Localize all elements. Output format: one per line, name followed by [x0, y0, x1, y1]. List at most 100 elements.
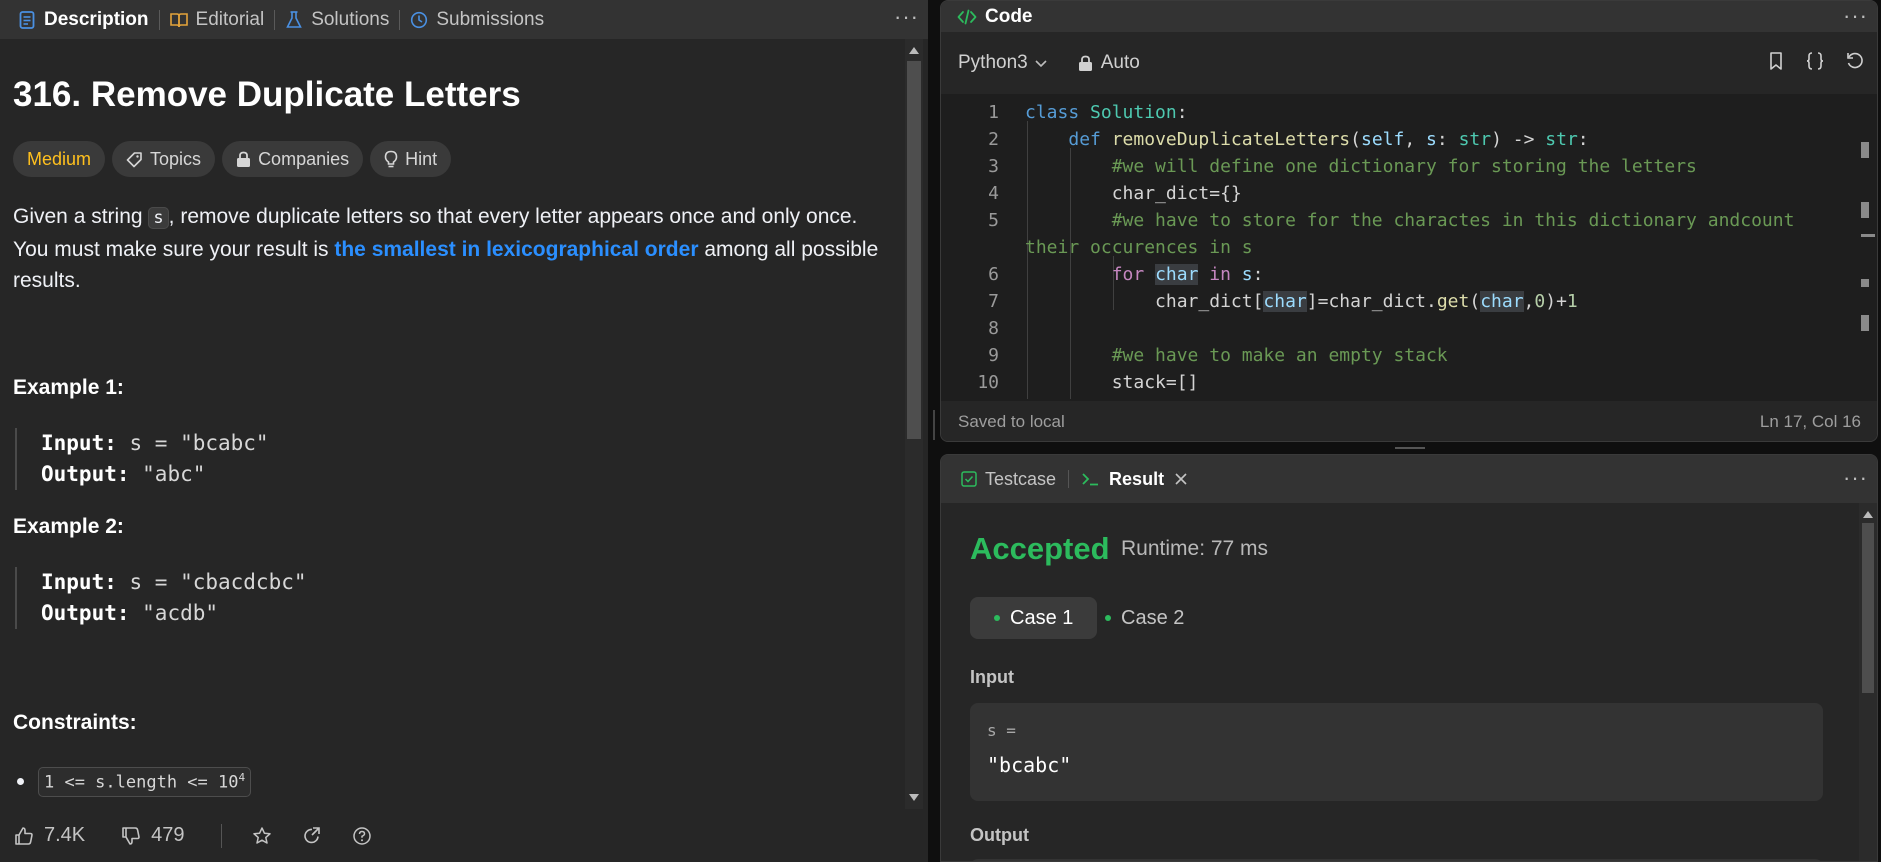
- like-button[interactable]: 7.4K: [14, 824, 85, 847]
- example-title: Example 1:: [13, 376, 124, 399]
- constraint-item: 1 <= s.length <= 104: [13, 767, 252, 797]
- language-label: Python3: [958, 52, 1028, 73]
- tab-editorial[interactable]: Editorial: [160, 0, 275, 39]
- reset-icon[interactable]: [1845, 51, 1865, 77]
- share-icon[interactable]: [302, 826, 322, 846]
- line-number: 7: [988, 291, 999, 312]
- tab-submissions-label: Submissions: [436, 8, 545, 30]
- scrollbar-thumb[interactable]: [907, 61, 921, 439]
- more-options-icon[interactable]: ···: [894, 6, 919, 28]
- scroll-down-icon[interactable]: [909, 794, 919, 801]
- scroll-marker: [1861, 315, 1869, 331]
- tab-solutions-label: Solutions: [311, 8, 390, 30]
- runtime-text: Runtime: 77 ms: [1121, 537, 1269, 560]
- scroll-marker: [1861, 142, 1869, 158]
- result-panel: Testcase Result ··· Accepted Runtime: 77…: [940, 454, 1878, 862]
- format-code-icon[interactable]: [1805, 51, 1825, 77]
- problem-panel: Description Editorial Solutions Submissi…: [0, 0, 928, 862]
- code-panel: Code ··· Python3 Auto 1 class Solution: …: [940, 0, 1878, 442]
- problem-tabs: Description Editorial Solutions Submissi…: [0, 0, 928, 39]
- document-icon: [18, 10, 36, 29]
- auto-mode[interactable]: Auto: [1078, 52, 1140, 74]
- description-scrollbar[interactable]: [905, 39, 923, 809]
- topics-label: Topics: [150, 148, 202, 169]
- resize-grip[interactable]: [1395, 447, 1425, 449]
- example-output: "abc": [129, 462, 206, 486]
- toolbar-actions: [1767, 51, 1865, 77]
- highlighted-text: the smallest in lexicographical order: [334, 238, 699, 261]
- companies-badge[interactable]: Companies: [222, 141, 364, 177]
- vertical-resize-handle[interactable]: [928, 0, 940, 862]
- resize-grip[interactable]: [933, 410, 935, 440]
- horizontal-resize-handle[interactable]: [940, 442, 1878, 454]
- tab-submissions[interactable]: Submissions: [400, 0, 554, 39]
- line-number: 5: [988, 210, 999, 231]
- scroll-marker: [1861, 279, 1869, 287]
- scroll-up-icon[interactable]: [1863, 511, 1873, 518]
- language-select[interactable]: Python3: [958, 52, 1048, 74]
- example-input: s = "cbacdcbc": [116, 570, 307, 594]
- code-panel-header: Code ···: [941, 1, 1877, 32]
- lock-icon: [1078, 55, 1093, 72]
- dislike-count: 479: [151, 824, 185, 846]
- result-status: Accepted: [970, 531, 1110, 566]
- code-panel-title: Code: [985, 5, 1033, 27]
- scroll-marker: [1861, 234, 1875, 237]
- example-block: Input: s = "cbacdcbc" Output: "acdb": [15, 567, 307, 629]
- code-editor[interactable]: 1 class Solution: 2 def removeDuplicateLe…: [941, 94, 1877, 399]
- history-icon: [410, 11, 428, 29]
- help-icon[interactable]: [352, 826, 372, 846]
- example-title: Example 2:: [13, 515, 124, 538]
- like-count: 7.4K: [44, 824, 86, 846]
- scrollbar-thumb[interactable]: [1862, 523, 1874, 693]
- problem-description: 316. Remove Duplicate Letters Medium Top…: [0, 39, 905, 809]
- editor-scrollbar[interactable]: [1859, 94, 1877, 399]
- input-value: "bcabc": [987, 753, 1072, 777]
- chevron-down-icon: [1034, 58, 1048, 68]
- constraint-code: 1 <= s.length <= 104: [38, 767, 252, 797]
- result-scrollbar[interactable]: [1859, 503, 1877, 861]
- lock-icon: [236, 151, 251, 168]
- input-label: Input: [970, 667, 1014, 687]
- bookmark-icon[interactable]: [1767, 51, 1785, 77]
- page-title: 316. Remove Duplicate Letters: [13, 75, 521, 114]
- pass-dot: [994, 615, 1000, 621]
- tab-solutions[interactable]: Solutions: [275, 0, 399, 39]
- result-body: Accepted Runtime: 77 ms Case 1 Case 2 In…: [941, 503, 1859, 861]
- case-1-button[interactable]: Case 1: [970, 597, 1098, 639]
- scroll-up-icon[interactable]: [909, 47, 919, 54]
- lightbulb-icon: [384, 150, 398, 168]
- close-icon[interactable]: [1174, 472, 1188, 486]
- tab-testcase-label: Testcase: [985, 468, 1057, 489]
- output-label: Output: [970, 825, 1029, 845]
- example-output: "acdb": [129, 601, 219, 625]
- case-2-label: Case 2: [1121, 606, 1185, 629]
- tab-description[interactable]: Description: [8, 0, 159, 39]
- problem-badges: Medium Topics Companies Hint: [13, 141, 452, 177]
- editor-status-bar: Saved to local Ln 17, Col 16: [941, 401, 1877, 441]
- thumbs-down-icon: [121, 826, 141, 846]
- line-number: 2: [988, 129, 999, 150]
- tag-icon: [126, 151, 143, 168]
- code-toolbar: Python3 Auto: [941, 32, 1877, 94]
- case-2-button[interactable]: Case 2: [1081, 597, 1208, 639]
- tab-testcase[interactable]: Testcase: [961, 469, 1056, 490]
- star-icon[interactable]: [252, 826, 272, 846]
- problem-footer: 7.4K 479: [0, 809, 928, 862]
- constraints-title: Constraints:: [13, 711, 137, 734]
- tab-editorial-label: Editorial: [195, 8, 265, 30]
- hint-badge[interactable]: Hint: [370, 141, 452, 177]
- example-input-label: Input:: [41, 570, 117, 594]
- topics-badge[interactable]: Topics: [112, 141, 216, 177]
- case-1-label: Case 1: [1010, 606, 1074, 629]
- statement-text: Given a string: [13, 205, 149, 228]
- line-number: 10: [977, 372, 999, 393]
- hint-label: Hint: [405, 148, 438, 169]
- input-variable: s =: [987, 721, 1016, 740]
- example-block: Input: s = "bcabc" Output: "abc": [15, 428, 269, 490]
- dislike-button[interactable]: 479: [121, 824, 185, 847]
- more-options-icon[interactable]: ···: [1843, 467, 1868, 489]
- tab-result[interactable]: Result: [1081, 469, 1188, 490]
- line-number: 6: [988, 264, 999, 285]
- more-options-icon[interactable]: ···: [1843, 5, 1868, 27]
